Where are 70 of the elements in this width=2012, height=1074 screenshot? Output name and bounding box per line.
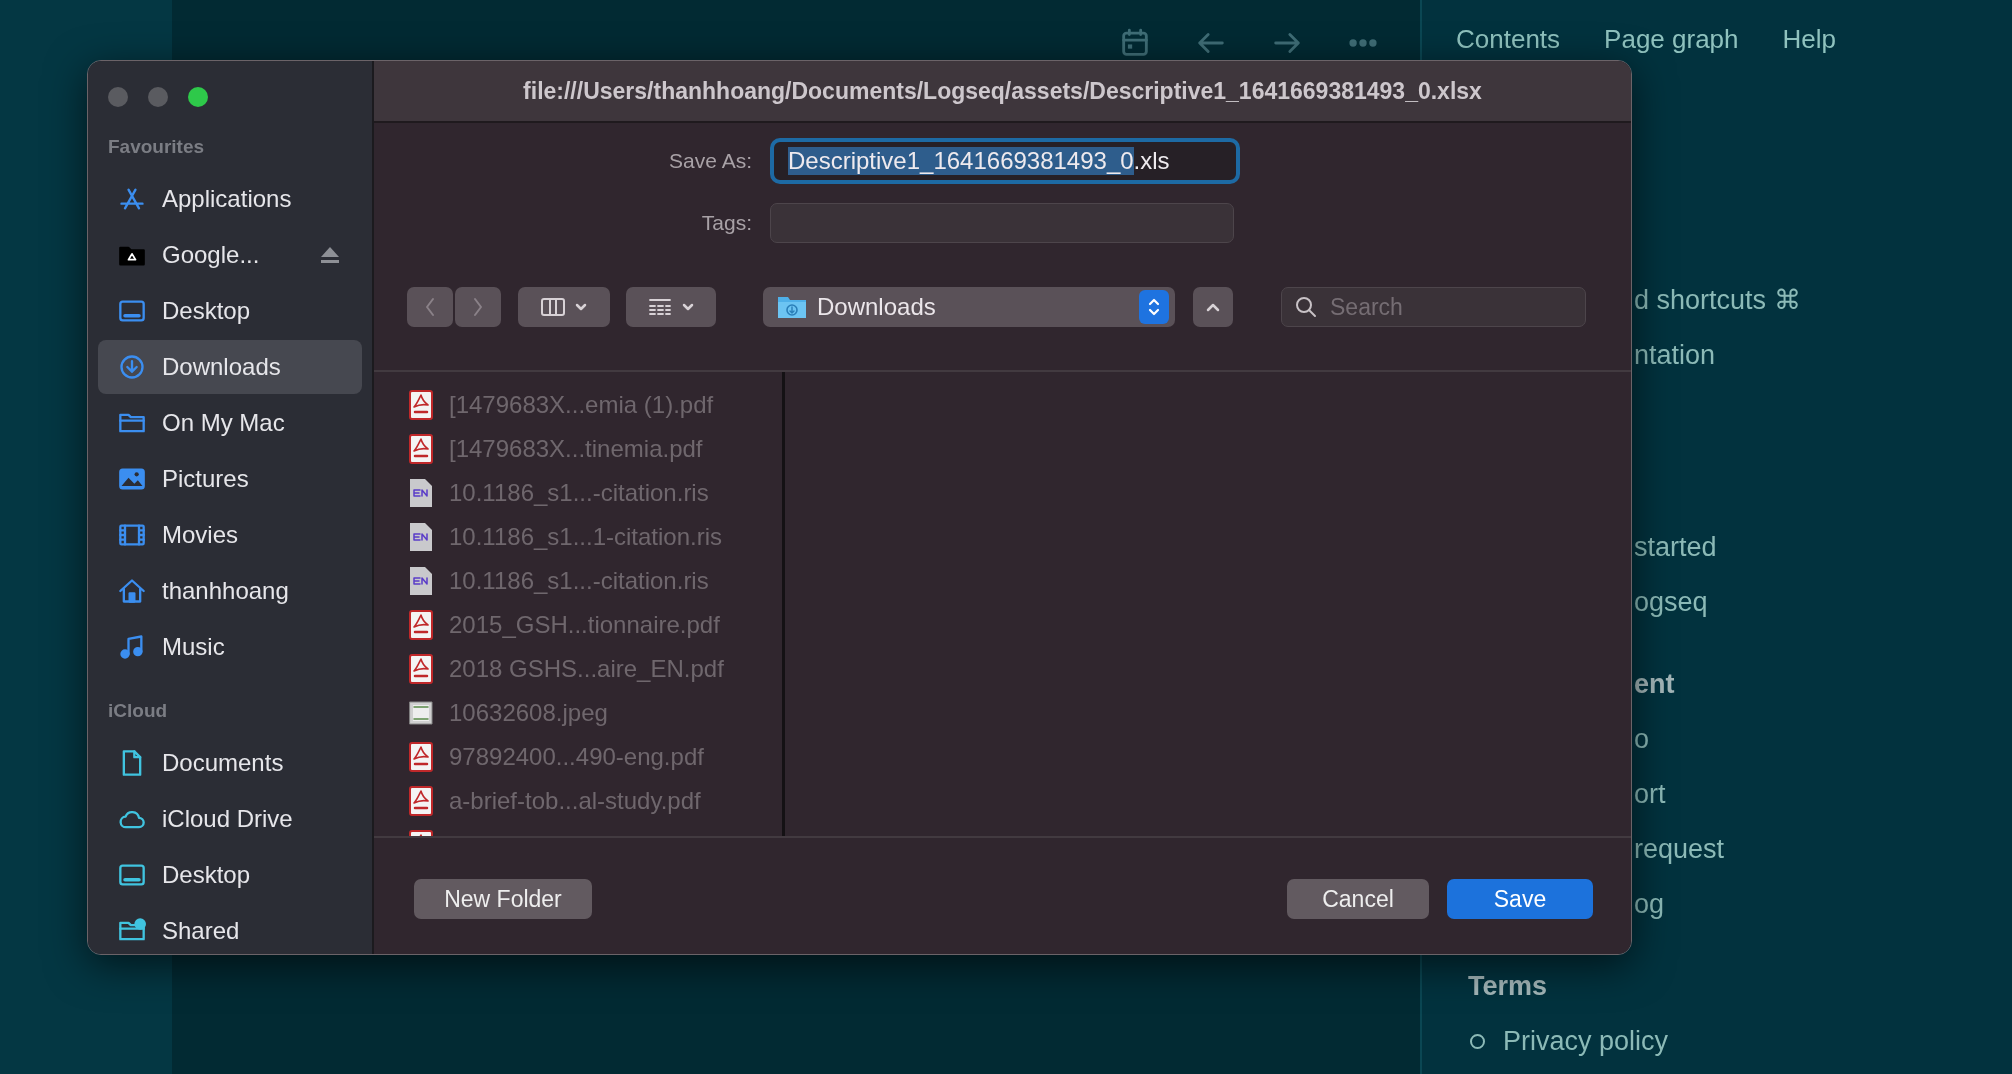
sidebar-item[interactable]: iCloud Drive [98, 792, 362, 846]
field-label: Save As: [668, 149, 752, 173]
home-icon [118, 577, 146, 605]
location-popup[interactable]: Downloads [763, 287, 1175, 327]
section-title: iCloud [107, 700, 169, 723]
columns-icon [540, 296, 566, 318]
sidebar-item[interactable]: Desktop [98, 284, 362, 338]
field-label: Tags: [700, 211, 752, 235]
document-file-icon [409, 566, 433, 596]
forward-button[interactable] [455, 287, 501, 327]
search-field[interactable]: Search [1281, 287, 1586, 327]
close-button[interactable] [108, 87, 128, 107]
folder-icon [777, 294, 807, 320]
grid-icon [647, 296, 673, 318]
panel-link[interactable]: d shortcuts ⌘ [1634, 273, 1801, 328]
pdf-file-icon [409, 390, 433, 420]
section-heading: Terms [1467, 970, 1549, 1003]
zoom-button[interactable] [188, 87, 208, 107]
section-heading: ent [1633, 668, 1676, 701]
view-mode-button[interactable] [518, 287, 610, 327]
pdf-file-icon [409, 786, 433, 816]
tags-field[interactable] [770, 203, 1234, 243]
download-icon [118, 353, 146, 381]
panel-link[interactable]: Privacy policy [1503, 1014, 1669, 1069]
search-input[interactable]: Search [1330, 293, 1570, 321]
music-note-icon [118, 633, 146, 661]
sidebar-item[interactable]: Documents [98, 736, 362, 790]
pdf-file-icon [409, 742, 433, 772]
nav-link[interactable]: Contents [1456, 24, 1561, 60]
section-title: Favourites [107, 136, 206, 159]
sidebar-item[interactable]: Pictures [98, 452, 362, 506]
document-file-icon [409, 478, 433, 508]
minimize-button[interactable] [148, 87, 168, 107]
panel-link[interactable]: ort [1634, 767, 1666, 822]
sidebar-item[interactable]: Google... [98, 228, 362, 282]
image-thumbnail-icon [409, 698, 433, 728]
stepper-icon [1147, 296, 1161, 318]
bullet-icon [1470, 1034, 1485, 1049]
panel-link[interactable]: og [1634, 877, 1665, 932]
chevron-left-icon [424, 296, 436, 318]
pdf-file-icon [409, 434, 433, 464]
document-file-icon [409, 522, 433, 552]
sidebar-item[interactable]: Downloads [98, 340, 362, 394]
search-icon [1294, 295, 1318, 319]
filename-field[interactable]: Descriptive1_1641669381493_0.xls [770, 138, 1240, 184]
window-title: file:///Users/thanhhoang/Documents/Logseq/assets/Descriptive1_1641669381493_0.xlsx [374, 61, 1631, 123]
up-button[interactable] [1193, 287, 1233, 327]
cancel-button[interactable]: Cancel [1287, 879, 1429, 919]
eject-icon[interactable] [320, 246, 340, 264]
sidebar-item[interactable]: Applications [98, 172, 362, 226]
nav-link[interactable]: Help [1782, 24, 1836, 60]
group-button[interactable] [626, 287, 716, 327]
sidebar-item[interactable]: Music [98, 620, 362, 674]
panel-link[interactable]: started [1634, 520, 1717, 575]
sidebar-item[interactable]: thanhhoang [98, 564, 362, 618]
new-folder-button[interactable]: New Folder [414, 879, 592, 919]
back-button[interactable] [407, 287, 453, 327]
sidebar-item[interactable]: On My Mac [98, 396, 362, 450]
sidebar-item[interactable]: Movies [98, 508, 362, 562]
save-button[interactable]: Save [1447, 879, 1593, 919]
panel-link[interactable]: ntation [1634, 328, 1716, 383]
sidebar-item[interactable]: Desktop [98, 848, 362, 902]
pdf-file-icon [409, 610, 433, 640]
panel-link[interactable]: ogseq [1634, 575, 1708, 630]
pdf-file-icon [409, 654, 433, 684]
panel-link[interactable]: o [1634, 712, 1650, 767]
chevron-right-icon [472, 296, 484, 318]
panel-link[interactable]: request [1634, 822, 1725, 877]
nav-link[interactable]: Page graph [1604, 24, 1739, 60]
sidebar-item[interactable]: Shared [98, 904, 362, 954]
